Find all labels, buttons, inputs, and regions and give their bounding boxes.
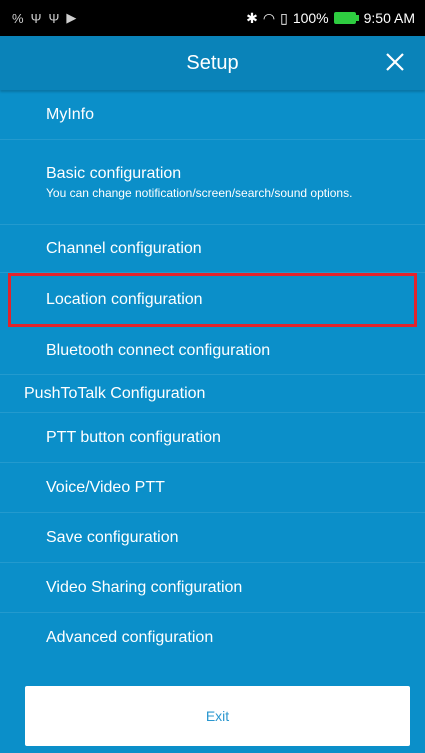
status-bar: % Ψ Ψ ▶ ✱ ◠ ▯ 100% 9:50 AM bbox=[0, 0, 425, 36]
menu-item-channel-configuration[interactable]: Channel configuration bbox=[0, 225, 425, 273]
section-header-label: PushToTalk Configuration bbox=[24, 384, 206, 402]
wifi-icon: ◠ bbox=[262, 9, 276, 26]
menu-item-label: Location configuration bbox=[46, 290, 203, 308]
exit-button[interactable]: Exit bbox=[25, 686, 410, 746]
battery-percent: 100% bbox=[292, 10, 329, 26]
status-left-icons: % Ψ Ψ ▶ bbox=[12, 10, 76, 26]
menu-item-label: PTT button configuration bbox=[46, 428, 221, 446]
menu-item-ptt-button-configuration[interactable]: PTT button configuration bbox=[0, 413, 425, 463]
setup-menu: MyInfo Basic configuration You can chang… bbox=[0, 90, 425, 663]
exit-container: Exit bbox=[0, 663, 425, 746]
notification-icon: % bbox=[12, 10, 24, 26]
clock: 9:50 AM bbox=[363, 10, 415, 26]
menu-item-voice-video-ptt[interactable]: Voice/Video PTT bbox=[0, 463, 425, 513]
section-header-ptt: PushToTalk Configuration bbox=[0, 375, 425, 413]
close-icon[interactable] bbox=[383, 50, 407, 74]
menu-item-description: You can change notification/screen/searc… bbox=[46, 185, 353, 200]
menu-item-label: Voice/Video PTT bbox=[46, 478, 165, 496]
menu-item-label: Advanced configuration bbox=[46, 629, 214, 646]
menu-item-basic-configuration[interactable]: Basic configuration You can change notif… bbox=[0, 140, 425, 225]
menu-item-label: MyInfo bbox=[46, 105, 95, 123]
menu-item-label: Basic configuration bbox=[46, 164, 182, 182]
menu-item-label: Save configuration bbox=[46, 528, 179, 546]
page-title: Setup bbox=[186, 51, 239, 74]
vibrate-icon: ▯ bbox=[280, 9, 288, 26]
status-right: ✱ ◠ ▯ 100% 9:50 AM bbox=[246, 10, 415, 27]
usb-icon: Ψ bbox=[30, 10, 42, 26]
menu-item-label: Bluetooth connect configuration bbox=[46, 341, 271, 359]
app-bar: Setup bbox=[0, 36, 425, 90]
usb-icon: Ψ bbox=[48, 10, 60, 26]
menu-item-bluetooth-configuration[interactable]: Bluetooth connect configuration bbox=[0, 327, 425, 375]
menu-item-label: Channel configuration bbox=[46, 239, 202, 257]
bluetooth-icon: ✱ bbox=[246, 9, 258, 26]
menu-item-myinfo[interactable]: MyInfo bbox=[0, 90, 425, 140]
menu-item-video-sharing-configuration[interactable]: Video Sharing configuration bbox=[0, 563, 425, 613]
menu-item-advanced-configuration[interactable]: Advanced configuration bbox=[0, 613, 425, 663]
play-store-icon: ▶ bbox=[66, 10, 77, 25]
menu-item-label: Video Sharing configuration bbox=[46, 578, 243, 596]
menu-item-save-configuration[interactable]: Save configuration bbox=[0, 513, 425, 563]
menu-item-location-configuration[interactable]: Location configuration bbox=[8, 273, 417, 327]
battery-icon bbox=[333, 12, 359, 24]
